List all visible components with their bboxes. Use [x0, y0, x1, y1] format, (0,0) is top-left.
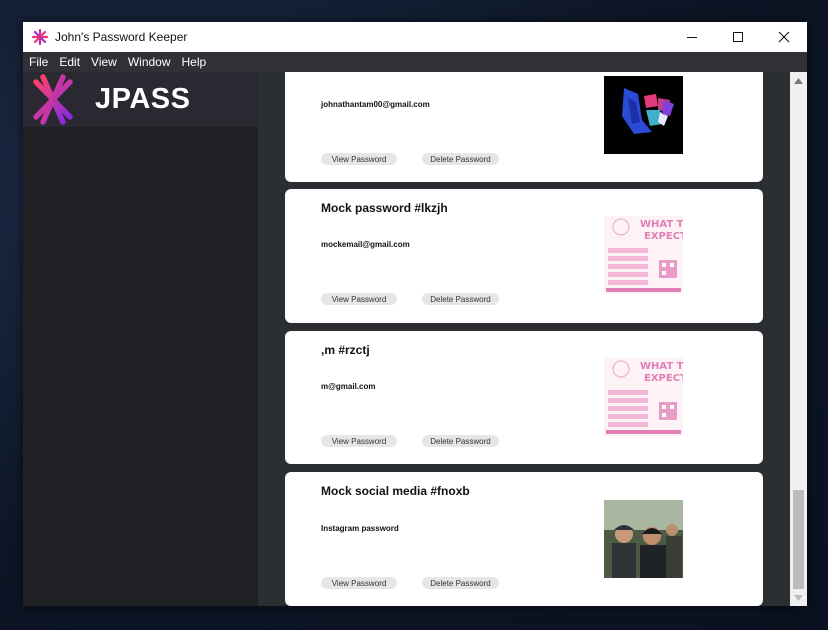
poster-heading-line1: WHAT TO [640, 219, 683, 230]
scroll-down-button[interactable] [790, 589, 807, 606]
window-title: John's Password Keeper [55, 30, 188, 44]
password-card: Mock password #lkzjh mockemail@gmail.com… [285, 189, 763, 323]
card-title: ,m #rzctj [321, 343, 370, 357]
close-button[interactable] [761, 22, 807, 52]
scroll-up-icon [794, 77, 803, 84]
poster-heading-line2: EXPECT [644, 373, 683, 384]
password-list[interactable]: johnathantam00@gmail.com View Password D… [258, 72, 807, 606]
card-image [604, 500, 683, 578]
menu-edit[interactable]: Edit [59, 55, 80, 69]
maximize-icon [733, 32, 743, 42]
view-password-button[interactable]: View Password [321, 153, 397, 165]
menu-help[interactable]: Help [182, 55, 207, 69]
password-card: ,m #rzctj m@gmail.com View Password Dele… [285, 331, 763, 464]
scroll-down-icon [794, 594, 803, 601]
card-image [604, 76, 683, 154]
view-password-button[interactable]: View Password [321, 293, 397, 305]
scroll-thumb[interactable] [793, 490, 804, 589]
menu-bar: File Edit View Window Help [23, 52, 807, 72]
delete-password-button[interactable]: Delete Password [422, 153, 499, 165]
app-window: John's Password Keeper File Edit View Wi… [23, 22, 807, 606]
card-detail: mockemail@gmail.com [321, 240, 410, 249]
sidebar: JPASS [23, 72, 258, 606]
maximize-button[interactable] [715, 22, 761, 52]
poster-heading-line2: EXPECT [644, 231, 683, 242]
window-controls [669, 22, 807, 52]
minimize-button[interactable] [669, 22, 715, 52]
card-detail: johnathantam00@gmail.com [321, 100, 430, 109]
card-image: WHAT TO EXPECT [604, 216, 683, 294]
logo-text: JPASS [95, 83, 191, 115]
view-password-button[interactable]: View Password [321, 435, 397, 447]
vertical-scrollbar[interactable] [790, 72, 807, 606]
poster-heading-line1: WHAT TO [640, 361, 683, 372]
app-icon [32, 29, 48, 45]
card-detail: m@gmail.com [321, 382, 376, 391]
card-title: Mock social media #fnoxb [321, 484, 470, 498]
logo-icon [26, 73, 80, 126]
content-area: JPASS johnathantam00@gmail.com View Pass… [23, 72, 807, 606]
title-bar[interactable]: John's Password Keeper [23, 22, 807, 52]
delete-password-button[interactable]: Delete Password [422, 435, 499, 447]
card-image: WHAT TO EXPECT [604, 358, 683, 436]
password-card: johnathantam00@gmail.com View Password D… [285, 72, 763, 182]
menu-window[interactable]: Window [128, 55, 171, 69]
menu-view[interactable]: View [91, 55, 117, 69]
password-card: Mock social media #fnoxb Instagram passw… [285, 472, 763, 606]
logo-banner: JPASS [23, 72, 258, 127]
card-title: Mock password #lkzjh [321, 201, 448, 215]
scroll-up-button[interactable] [790, 72, 807, 89]
delete-password-button[interactable]: Delete Password [422, 577, 499, 589]
minimize-icon [687, 37, 697, 38]
view-password-button[interactable]: View Password [321, 577, 397, 589]
close-icon [778, 31, 790, 43]
delete-password-button[interactable]: Delete Password [422, 293, 499, 305]
menu-file[interactable]: File [29, 55, 48, 69]
card-detail: Instagram password [321, 524, 399, 533]
